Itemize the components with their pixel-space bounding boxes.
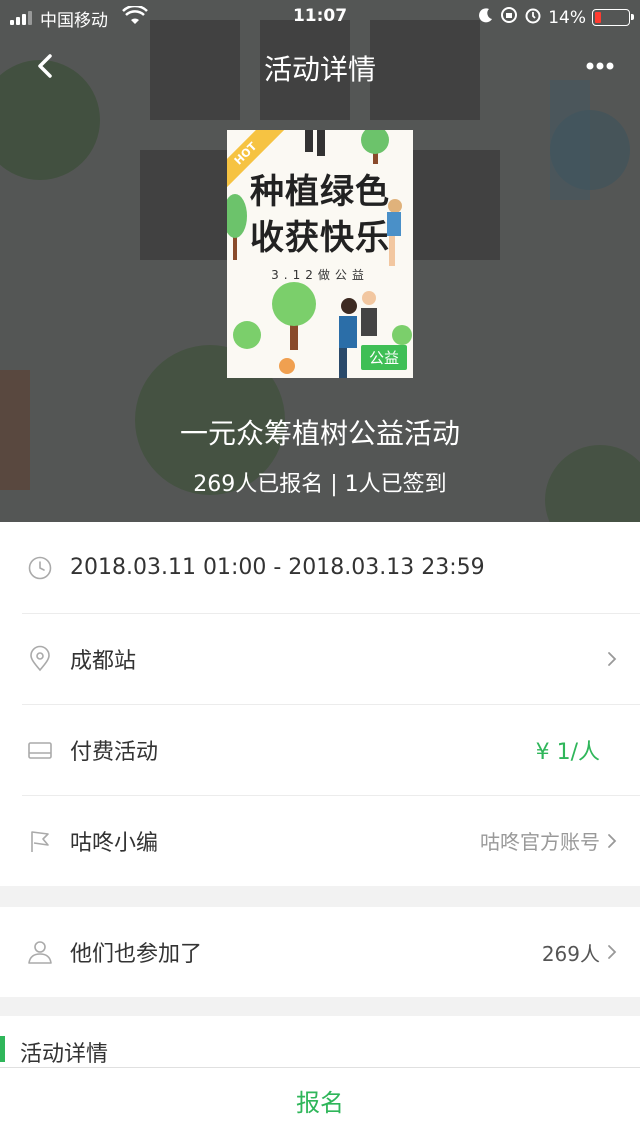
- participants-row[interactable]: 他们也参加了 269人: [0, 907, 640, 997]
- event-info-list: 2018.03.11 01:00 - 2018.03.13 23:59 成都站 …: [0, 522, 640, 886]
- organizer-account: 咕咚官方账号: [480, 830, 600, 854]
- clock-icon: [26, 554, 54, 582]
- rotation-lock-icon: [500, 6, 518, 29]
- fee-row: 付费活动 ¥ 1/人: [0, 704, 640, 795]
- participants-label: 他们也参加了: [70, 942, 203, 967]
- participants-section[interactable]: 他们也参加了 269人: [0, 907, 640, 997]
- location-label: 成都站: [70, 648, 137, 674]
- chevron-right-icon: [606, 832, 618, 850]
- chevron-right-icon: [606, 943, 618, 961]
- more-dots-icon: [586, 62, 614, 70]
- moon-icon: [478, 7, 494, 28]
- page-title: 活动详情: [263, 53, 376, 86]
- participants-count: 269人: [541, 941, 600, 966]
- poster-title-line2: 收获快乐: [250, 218, 390, 258]
- poster-title-line1: 种植绿色: [250, 172, 390, 212]
- fee-type-label: 付费活动: [70, 739, 159, 765]
- status-bar: 中国移动 11:07 14%: [0, 0, 640, 34]
- chevron-right-icon: [606, 650, 618, 668]
- hero-banner: 中国移动 11:07 14% 活动详情 HOT 种植绿色 收获快乐 3.12做公…: [0, 0, 640, 522]
- battery-percent: 14%: [548, 7, 586, 28]
- event-time: 2018.03.11 01:00 - 2018.03.13 23:59: [70, 555, 485, 580]
- event-poster[interactable]: HOT 种植绿色 收获快乐 3.12做公益 公益: [227, 130, 413, 378]
- battery-icon: [592, 9, 634, 26]
- event-title: 一元众筹植树公益活动: [179, 417, 460, 450]
- user-icon: [26, 938, 54, 966]
- poster-badge: 公益: [360, 345, 407, 370]
- organizer-label: 咕咚小编: [70, 830, 159, 856]
- organizer-row[interactable]: 咕咚小编 咕咚官方账号: [0, 795, 640, 886]
- more-button[interactable]: [580, 48, 620, 84]
- flag-icon: [26, 827, 54, 855]
- event-stats: 269人已报名 | 1人已签到: [193, 472, 447, 497]
- wallet-icon: [26, 736, 54, 764]
- time-row: 2018.03.11 01:00 - 2018.03.13 23:59: [0, 522, 640, 613]
- poster-date-line: 3.12做公益: [271, 268, 369, 282]
- details-section-header: 活动详情: [0, 1016, 640, 1068]
- nav-bar: 活动详情: [0, 34, 640, 98]
- section-accent-bar: [0, 1036, 5, 1062]
- price-value: ¥ 1/人: [535, 739, 600, 765]
- location-row[interactable]: 成都站: [0, 613, 640, 704]
- alarm-icon: [524, 6, 542, 29]
- location-pin-icon: [26, 645, 54, 673]
- details-title: 活动详情: [20, 1042, 109, 1067]
- signup-button[interactable]: 报名: [0, 1067, 640, 1138]
